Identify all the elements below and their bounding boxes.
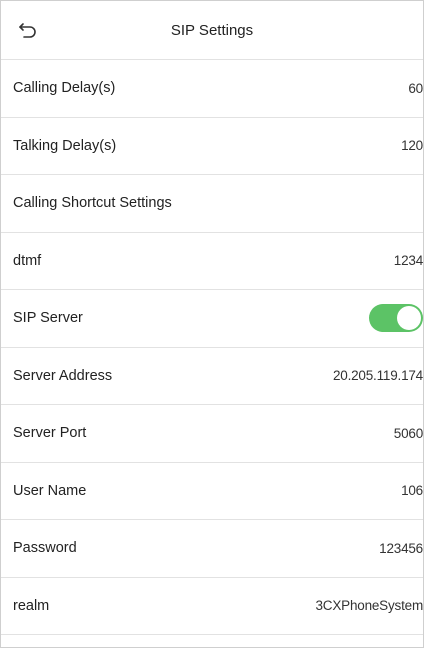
setting-value: 1234 (393, 253, 423, 269)
setting-calling-shortcut[interactable]: Calling Shortcut Settings (1, 175, 423, 233)
setting-value: 120 (401, 138, 423, 154)
setting-label: Server Port (13, 425, 87, 442)
setting-dtmf[interactable]: dtmf 1234 (1, 233, 423, 290)
setting-value: 20.205.119.174 (332, 368, 423, 384)
setting-server-port[interactable]: Server Port 5060 (1, 405, 423, 463)
setting-talking-delay[interactable]: Talking Delay(s) 120 (1, 118, 423, 175)
setting-server-address[interactable]: Server Address 20.205.119.174 (1, 348, 423, 405)
sip-settings-screen: SIP Settings Calling Delay(s) 60 Talking… (0, 0, 424, 648)
setting-label: Calling Shortcut Settings (13, 195, 172, 212)
setting-label: Password (13, 540, 77, 557)
sip-server-toggle[interactable] (369, 304, 423, 333)
toggle-knob (397, 306, 421, 331)
setting-value: 5060 (393, 425, 423, 441)
setting-sip-server: SIP Server (1, 290, 423, 348)
setting-calling-delay[interactable]: Calling Delay(s) 60 (1, 60, 423, 118)
setting-value: 123456 (379, 540, 423, 556)
setting-user-name[interactable]: User Name 106 (1, 463, 423, 520)
setting-value: 106 (401, 483, 423, 499)
back-arrow-icon[interactable] (15, 19, 41, 41)
setting-label: realm (13, 597, 50, 614)
setting-label: Server Address (13, 367, 113, 384)
header-bar: SIP Settings (1, 1, 423, 60)
setting-realm[interactable]: realm 3CXPhoneSystem (1, 578, 423, 635)
setting-label: dtmf (13, 252, 42, 269)
setting-value: 60 (408, 80, 423, 96)
setting-label: Talking Delay(s) (13, 137, 117, 154)
setting-password[interactable]: Password 123456 (1, 520, 423, 578)
setting-label: User Name (13, 482, 87, 499)
setting-label: Calling Delay(s) (13, 80, 116, 97)
setting-label: SIP Server (13, 310, 83, 327)
page-title: SIP Settings (170, 21, 254, 39)
setting-value: 3CXPhoneSystem (315, 598, 423, 614)
